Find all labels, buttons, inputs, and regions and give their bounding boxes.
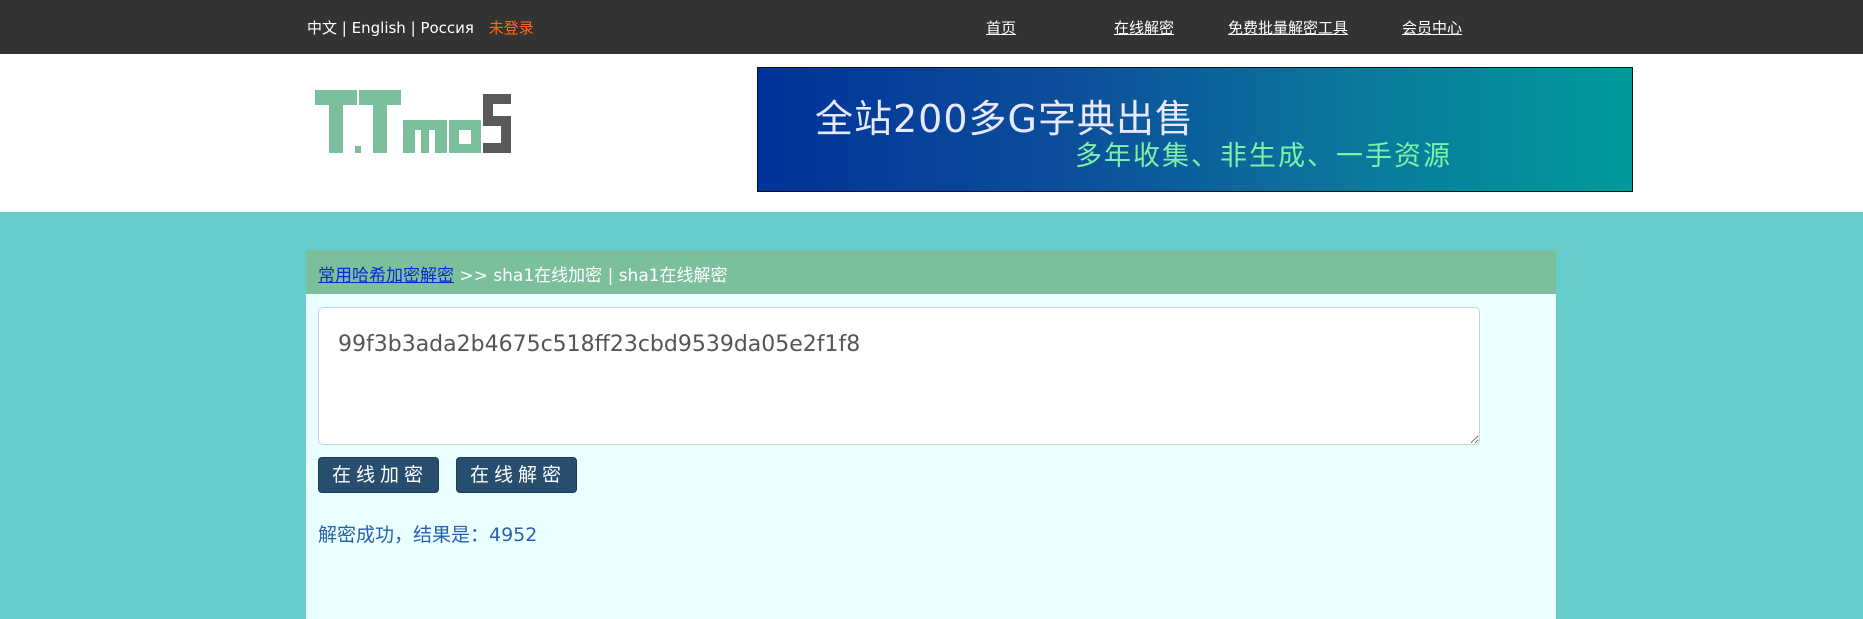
nav-online-decrypt[interactable]: 在线解密 <box>1114 17 1174 38</box>
breadcrumb-current: >> sha1在线加密 | sha1在线解密 <box>454 266 728 286</box>
hash-input[interactable]: 99f3b3ada2b4675c518ff23cbd9539da05e2f1f8 <box>318 307 1480 445</box>
ad-banner[interactable]: 全站200多G字典出售 多年收集、非生成、一手资源 <box>757 67 1633 192</box>
breadcrumb: 常用哈希加密解密 >> sha1在线加密 | sha1在线解密 <box>318 261 728 286</box>
nav-batch-decrypt-tool[interactable]: 免费批量解密工具 <box>1228 17 1348 38</box>
breadcrumb-home-link[interactable]: 常用哈希加密解密 <box>318 266 454 286</box>
ttmd5-logo-graphic <box>315 90 511 153</box>
site-logo[interactable] <box>315 90 547 160</box>
lang-russian-link[interactable]: Россия <box>420 19 474 37</box>
lang-separator: | <box>410 19 416 37</box>
encrypt-button[interactable]: 在线加密 <box>318 457 440 493</box>
top-bar: 中文 | English | Россия 未登录 首页 在线解密 免费批量解密… <box>0 0 1863 54</box>
nav-member-center[interactable]: 会员中心 <box>1402 17 1462 38</box>
lang-chinese-link[interactable]: 中文 <box>307 19 337 37</box>
lang-english-link[interactable]: English <box>352 19 406 37</box>
decrypt-button[interactable]: 在线解密 <box>456 457 578 493</box>
breadcrumb-bar: 常用哈希加密解密 >> sha1在线加密 | sha1在线解密 <box>306 250 1556 294</box>
tool-panel: 常用哈希加密解密 >> sha1在线加密 | sha1在线解密 99f3b3ad… <box>306 250 1556 619</box>
language-switcher: 中文 | English | Россия 未登录 <box>307 17 534 38</box>
banner-subline: 多年收集、非生成、一手资源 <box>1075 141 1452 172</box>
login-status-link[interactable]: 未登录 <box>489 19 534 37</box>
lang-separator: | <box>341 19 347 37</box>
decrypt-result: 解密成功，结果是：4952 <box>318 524 538 546</box>
site-header: 全站200多G字典出售 多年收集、非生成、一手资源 <box>0 54 1863 212</box>
nav-home[interactable]: 首页 <box>986 17 1016 38</box>
